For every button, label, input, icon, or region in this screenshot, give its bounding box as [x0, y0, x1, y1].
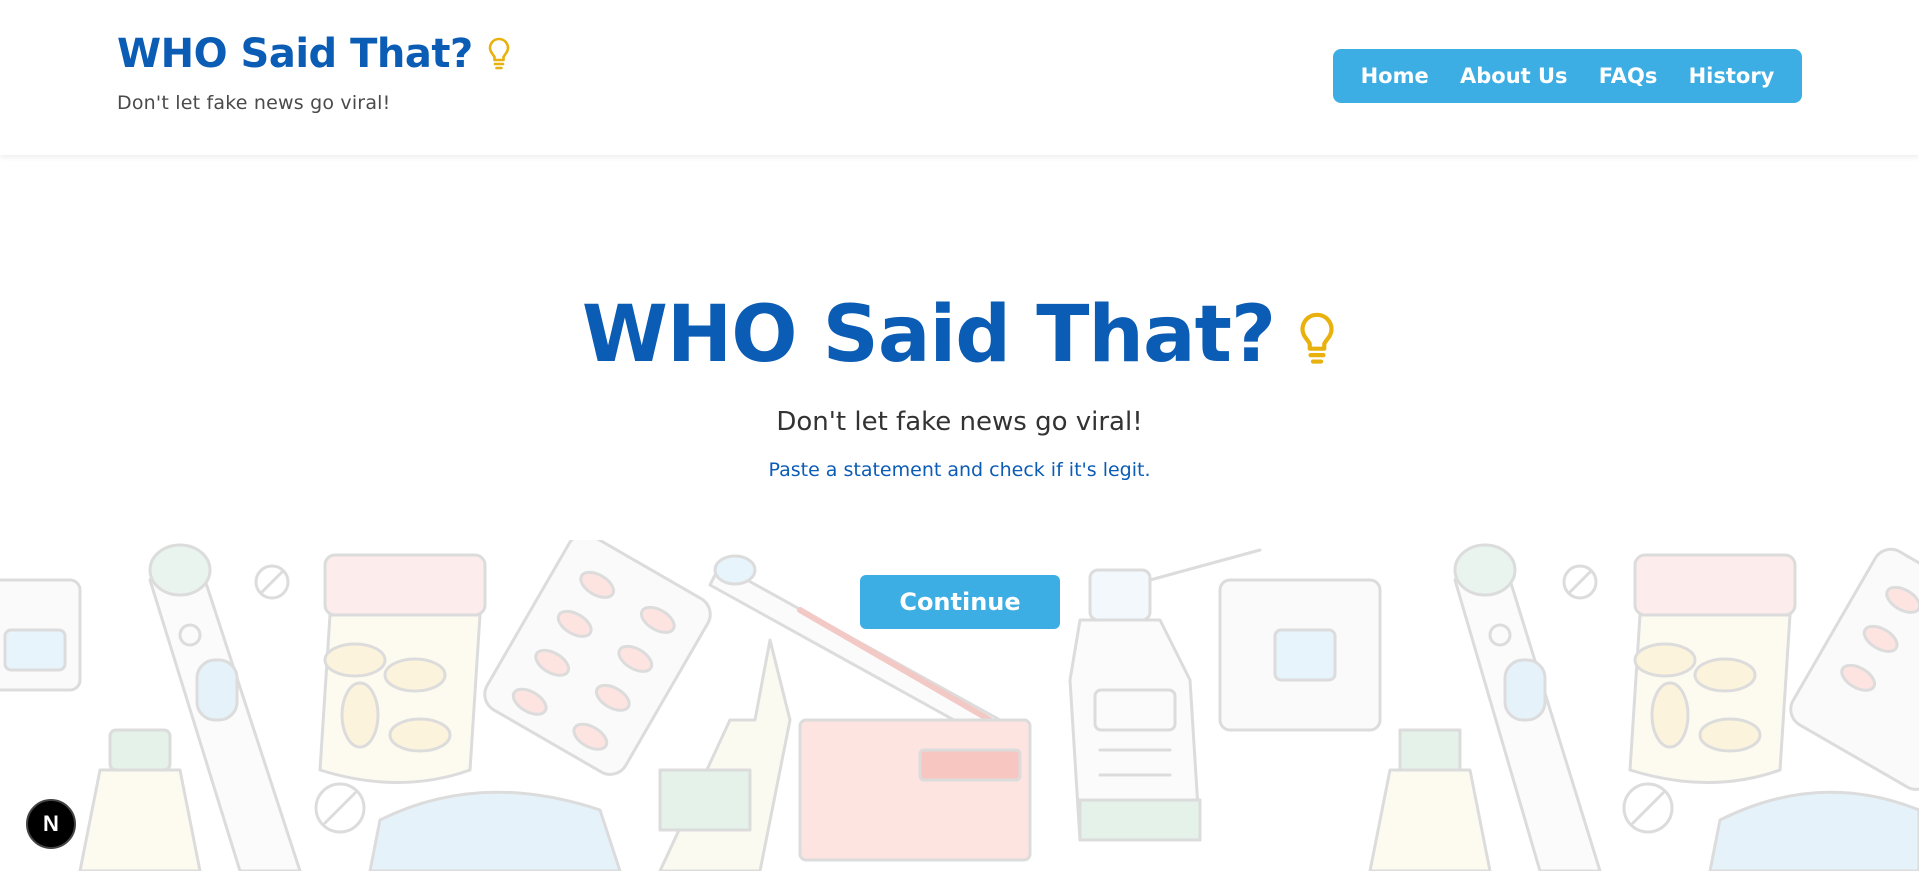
medicine-box-illustration [798, 718, 1032, 862]
nav-history[interactable]: History [1681, 58, 1783, 94]
hero-tagline: Don't let fake news go viral! [776, 407, 1143, 437]
pill-box-illustration [0, 578, 82, 692]
hero-section: WHO Said That? Don't let fake news go vi… [0, 285, 1919, 481]
lightbulb-icon [488, 37, 509, 70]
page: WHO Said That? Don't let fake news go vi… [0, 0, 1919, 871]
pill-box-illustration-2 [1218, 578, 1382, 732]
hero-title: WHO Said That? [581, 290, 1276, 380]
dev-tools-badge[interactable]: N [26, 799, 76, 849]
lightbulb-icon [1300, 312, 1334, 364]
pill-jar-illustration [318, 553, 487, 784]
nav-home[interactable]: Home [1353, 58, 1437, 94]
continue-button[interactable]: Continue [860, 575, 1060, 629]
pill-jar-illustration-2 [1628, 553, 1797, 784]
hero-title-row: WHO Said That? [582, 285, 1337, 385]
blister-pack-illustration-2 [1789, 547, 1919, 791]
hero-instruction: Paste a statement and check if it's legi… [768, 459, 1151, 481]
main-nav: Home About Us FAQs History [1333, 49, 1802, 103]
blister-pack-illustration [483, 540, 712, 776]
brand-tagline: Don't let fake news go viral! [117, 92, 391, 114]
site-header: WHO Said That? Don't let fake news go vi… [0, 0, 1919, 155]
nav-faqs[interactable]: FAQs [1591, 58, 1666, 94]
nav-about-us[interactable]: About Us [1452, 58, 1576, 94]
brand[interactable]: WHO Said That? Don't let fake news go vi… [117, 26, 511, 114]
brand-title: WHO Said That? [117, 31, 473, 77]
brand-title-row: WHO Said That? [117, 26, 511, 82]
